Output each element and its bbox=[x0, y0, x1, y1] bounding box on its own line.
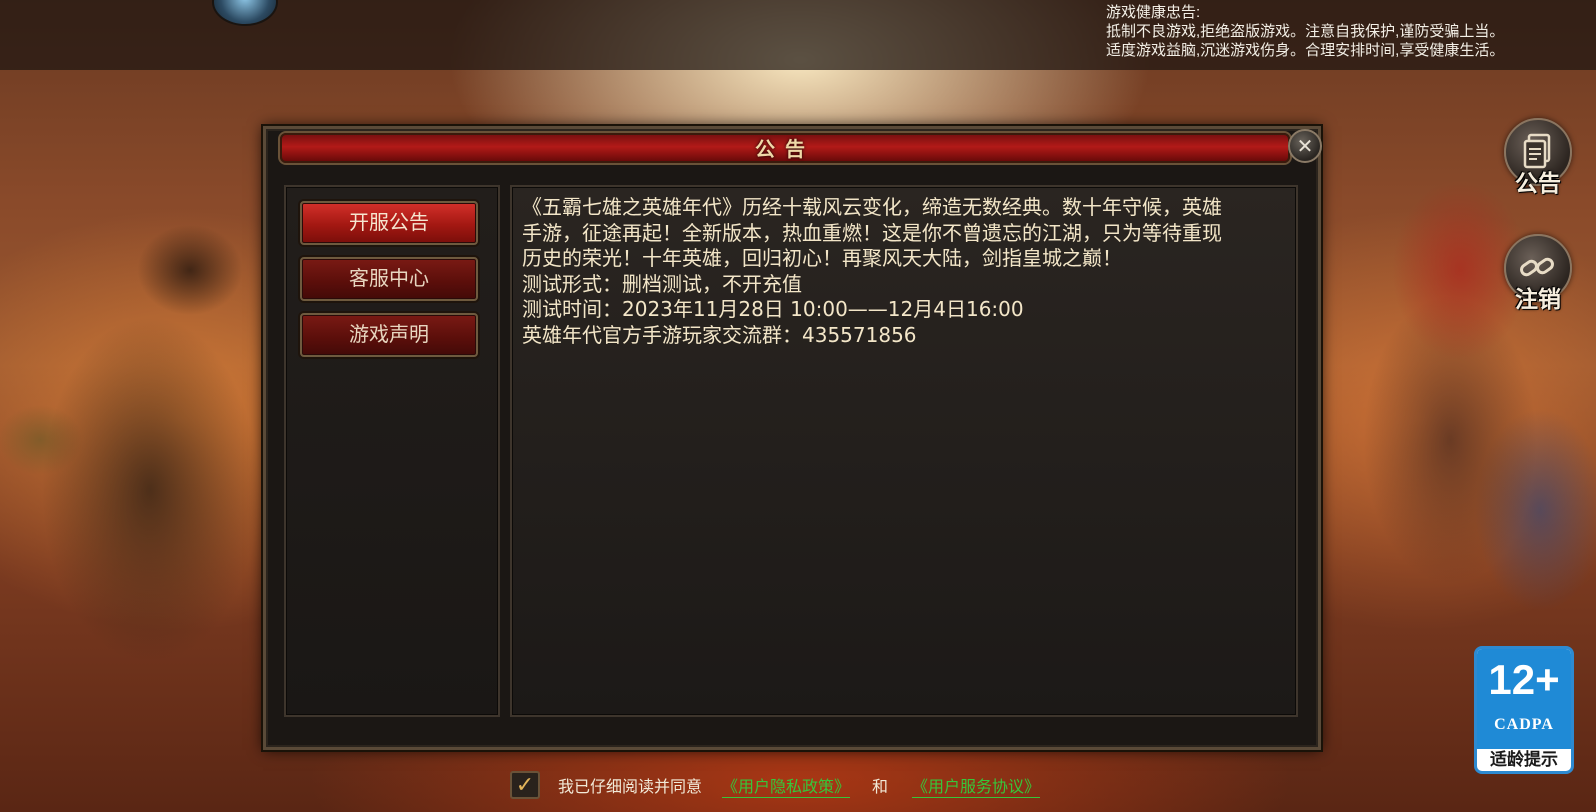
content-line: 《五霸七雄之英雄年代》历经十载风云变化，缔造无数经典。数十年守候，英雄 bbox=[522, 195, 1222, 219]
content-line: 英雄年代官方手游玩家交流群：435571856 bbox=[522, 322, 917, 347]
and-text: 和 bbox=[872, 779, 889, 796]
menu-panel: 开服公告 客服中心 游戏声明 bbox=[284, 185, 500, 717]
menu-tab-game-statement[interactable]: 游戏声明 bbox=[300, 313, 478, 357]
close-icon: ✕ bbox=[1296, 134, 1314, 158]
checkmark-icon: ✓ bbox=[515, 772, 535, 797]
hero-right-art bbox=[1310, 150, 1596, 630]
privacy-policy-link[interactable]: 《用户隐私政策》 bbox=[722, 773, 851, 798]
hero-left-art bbox=[0, 210, 300, 730]
service-agreement-link[interactable]: 《用户服务协议》 bbox=[912, 773, 1041, 798]
agreement-row: ✓ 我已仔细阅读并同意 《用户隐私政策》 和 《用户服务协议》 bbox=[510, 770, 1062, 800]
logout-button[interactable]: 注销 bbox=[1500, 234, 1576, 324]
notice-button[interactable]: 公告 bbox=[1500, 118, 1576, 208]
agree-checkbox[interactable]: ✓ bbox=[510, 771, 540, 799]
top-bar: 游戏健康忠告: 抵制不良游戏,拒绝盗版游戏。注意自我保护,谨防受骗上当。 适度游… bbox=[0, 0, 1596, 70]
agreement-text: 我已仔细阅读并同意 bbox=[558, 779, 703, 796]
content-line: 历史的荣光！十年英雄，回归初心！再聚风天大陆，剑指皇城之巅！ bbox=[522, 246, 1122, 270]
age-rating-org: CADPA bbox=[1494, 716, 1554, 733]
content-line: 测试形式：删档测试，不开充值 bbox=[522, 271, 802, 296]
logout-button-label: 注销 bbox=[1515, 287, 1561, 313]
menu-tab-customer-service[interactable]: 客服中心 bbox=[300, 257, 478, 301]
announcement-dialog: 公告 ✕ 开服公告 客服中心 游戏声明 《五霸七雄之英雄年代》历经十载风云变化，… bbox=[263, 126, 1322, 750]
content-line: 手游，征途再起！全新版本，热血重燃！这是你不曾遗忘的江湖，只为等待重现 bbox=[522, 220, 1222, 245]
content-line: 测试时间：2023年11月28日 10:00——12月4日16:00 bbox=[522, 297, 1024, 321]
age-rating-top: 12+ CADPA bbox=[1477, 649, 1571, 749]
dialog-title-bar: 公告 bbox=[280, 133, 1290, 163]
notice-button-label: 公告 bbox=[1515, 171, 1561, 197]
health-advisory-line: 游戏健康忠告: bbox=[1106, 4, 1201, 21]
age-rating-caption: 适龄提示 bbox=[1490, 750, 1558, 770]
avatar-icon[interactable] bbox=[212, 0, 278, 26]
health-advisory-line: 抵制不良游戏,拒绝盗版游戏。注意自我保护,谨防受骗上当。 bbox=[1106, 23, 1505, 40]
close-button[interactable]: ✕ bbox=[1288, 129, 1322, 163]
announcement-content: 《五霸七雄之英雄年代》历经十载风云变化，缔造无数经典。数十年守候，英雄 手游，征… bbox=[510, 185, 1298, 717]
menu-tab-server-notice[interactable]: 开服公告 bbox=[300, 201, 478, 245]
health-advisory: 游戏健康忠告: 抵制不良游戏,拒绝盗版游戏。注意自我保护,谨防受骗上当。 适度游… bbox=[1106, 3, 1504, 60]
age-rating-number: 12+ bbox=[1488, 656, 1560, 703]
age-rating-badge: 12+ CADPA 适龄提示 bbox=[1474, 646, 1574, 774]
health-advisory-line: 适度游戏益脑,沉迷游戏伤身。合理安排时间,享受健康生活。 bbox=[1106, 42, 1505, 59]
dialog-title: 公告 bbox=[755, 137, 815, 161]
